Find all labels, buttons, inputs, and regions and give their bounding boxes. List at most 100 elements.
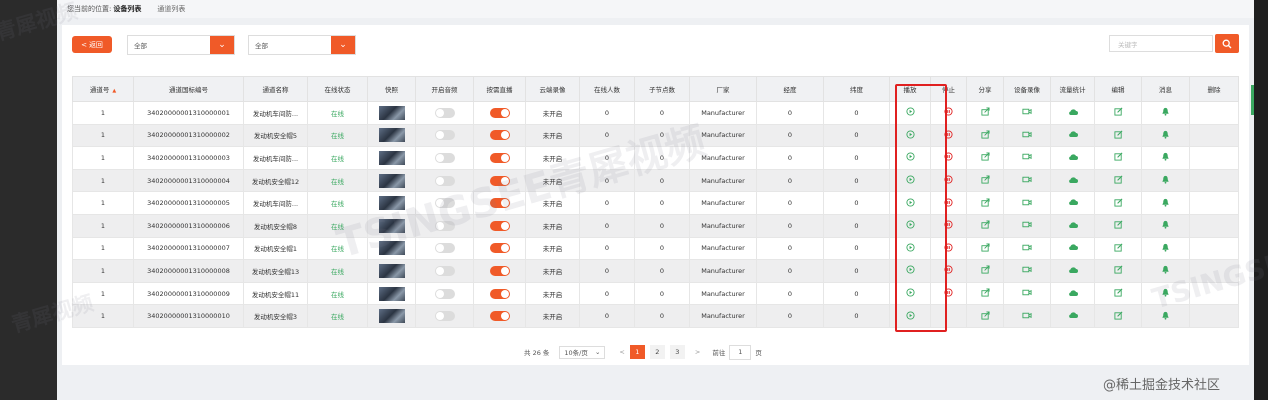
breadcrumb: 您当前的位置: 设备列表 通道列表 bbox=[57, 0, 1254, 18]
filter-select-1[interactable]: 全部 ⌄ bbox=[127, 35, 235, 55]
cloud-stats-icon[interactable] bbox=[1068, 176, 1078, 186]
search-input[interactable]: 关键字 bbox=[1109, 35, 1213, 52]
edit-icon[interactable] bbox=[1113, 311, 1123, 322]
column-header[interactable]: 通道号 ▲ bbox=[72, 76, 134, 102]
video-camera-icon[interactable] bbox=[1022, 220, 1032, 231]
edit-icon[interactable] bbox=[1113, 220, 1123, 231]
share-icon[interactable] bbox=[980, 243, 990, 254]
edit-icon[interactable] bbox=[1113, 152, 1123, 163]
audio-toggle[interactable] bbox=[434, 265, 455, 276]
share-icon[interactable] bbox=[980, 130, 990, 141]
edit-icon[interactable] bbox=[1113, 265, 1123, 276]
video-camera-icon[interactable] bbox=[1022, 243, 1032, 254]
bell-icon[interactable] bbox=[1161, 152, 1170, 163]
prev-page-icon[interactable]: < bbox=[619, 348, 624, 356]
snapshot-thumbnail[interactable] bbox=[378, 309, 405, 324]
back-button[interactable]: < 返回 bbox=[72, 36, 112, 53]
tab-channel-list[interactable]: 通道列表 bbox=[157, 4, 185, 14]
page-button-1[interactable]: 1 bbox=[629, 345, 645, 359]
longitude-cell: 0 bbox=[756, 304, 824, 328]
cloud-stats-icon[interactable] bbox=[1068, 153, 1078, 163]
audio-toggle[interactable] bbox=[434, 288, 455, 299]
filter-select-2[interactable]: 全部 ⌄ bbox=[248, 35, 356, 55]
edit-icon[interactable] bbox=[1113, 107, 1123, 118]
share-icon[interactable] bbox=[980, 152, 990, 163]
audio-toggle[interactable] bbox=[434, 107, 455, 118]
cloud-stats-icon[interactable] bbox=[1068, 108, 1078, 118]
scrollbar[interactable] bbox=[1251, 85, 1254, 115]
sort-icon[interactable]: ▲ bbox=[112, 88, 116, 94]
edit-icon[interactable] bbox=[1113, 288, 1123, 299]
cloud-stats-icon[interactable] bbox=[1068, 221, 1078, 231]
audio-toggle[interactable] bbox=[434, 152, 455, 163]
live-toggle[interactable] bbox=[489, 311, 510, 322]
live-toggle[interactable] bbox=[489, 265, 510, 276]
bell-icon[interactable] bbox=[1161, 243, 1170, 254]
cloud-stats-icon[interactable] bbox=[1068, 311, 1078, 321]
audio-toggle[interactable] bbox=[434, 311, 455, 322]
cloud-stats-icon[interactable] bbox=[1068, 266, 1078, 276]
bell-icon[interactable] bbox=[1161, 198, 1170, 209]
bell-icon[interactable] bbox=[1161, 130, 1170, 141]
bell-icon[interactable] bbox=[1161, 175, 1170, 186]
bell-icon[interactable] bbox=[1161, 220, 1170, 231]
bell-icon[interactable] bbox=[1161, 107, 1170, 118]
audio-toggle[interactable] bbox=[434, 130, 455, 141]
chevron-down-icon[interactable]: ⌄ bbox=[210, 36, 234, 54]
delete-cell bbox=[1189, 191, 1239, 215]
snapshot-thumbnail[interactable] bbox=[378, 150, 405, 165]
cloud-stats-icon[interactable] bbox=[1068, 289, 1078, 299]
snapshot-thumbnail[interactable] bbox=[378, 105, 405, 120]
online-status-cell: 在线 bbox=[307, 123, 368, 148]
goto-page-input[interactable]: 1 bbox=[729, 344, 752, 360]
share-icon[interactable] bbox=[980, 220, 990, 231]
page-size-select[interactable]: 10条/页 ⌄ bbox=[559, 345, 606, 359]
next-page-icon[interactable]: > bbox=[695, 348, 700, 356]
snapshot-thumbnail[interactable] bbox=[378, 286, 405, 301]
channel-name-cell: 发动机车间防... bbox=[243, 101, 308, 125]
video-camera-icon[interactable] bbox=[1022, 311, 1032, 322]
edit-icon[interactable] bbox=[1113, 175, 1123, 186]
live-toggle[interactable] bbox=[489, 243, 510, 254]
edit-icon[interactable] bbox=[1113, 198, 1123, 209]
video-camera-icon[interactable] bbox=[1022, 107, 1032, 118]
cloud-stats-icon[interactable] bbox=[1068, 198, 1078, 208]
channel-name-cell: 发动机安全帽5 bbox=[243, 123, 308, 148]
page-button-3[interactable]: 3 bbox=[669, 345, 685, 359]
share-icon[interactable] bbox=[980, 311, 990, 322]
page-button-2[interactable]: 2 bbox=[649, 345, 665, 359]
share-icon[interactable] bbox=[980, 198, 990, 209]
edit-icon[interactable] bbox=[1113, 130, 1123, 141]
snapshot-thumbnail[interactable] bbox=[378, 173, 405, 188]
bell-icon[interactable] bbox=[1161, 265, 1170, 276]
snapshot-thumbnail[interactable] bbox=[378, 128, 405, 143]
cloud-stats-icon[interactable] bbox=[1068, 243, 1078, 253]
video-camera-icon[interactable] bbox=[1022, 198, 1032, 209]
audio-toggle-cell bbox=[415, 146, 474, 170]
live-toggle[interactable] bbox=[489, 288, 510, 299]
cloud-stats-icon[interactable] bbox=[1068, 130, 1078, 140]
share-icon[interactable] bbox=[980, 265, 990, 276]
online-count-cell: 0 bbox=[579, 213, 635, 238]
traffic-cell bbox=[1050, 101, 1095, 125]
share-icon[interactable] bbox=[980, 288, 990, 299]
video-camera-icon[interactable] bbox=[1022, 288, 1032, 299]
breadcrumb-current[interactable]: 设备列表 bbox=[113, 4, 141, 14]
live-toggle[interactable] bbox=[489, 130, 510, 141]
video-camera-icon[interactable] bbox=[1022, 130, 1032, 141]
live-toggle[interactable] bbox=[489, 107, 510, 118]
search-button[interactable] bbox=[1215, 34, 1239, 53]
video-camera-icon[interactable] bbox=[1022, 152, 1032, 163]
snapshot-thumbnail[interactable] bbox=[378, 263, 405, 278]
video-camera-icon[interactable] bbox=[1022, 175, 1032, 186]
video-camera-icon[interactable] bbox=[1022, 265, 1032, 276]
chevron-down-icon[interactable]: ⌄ bbox=[331, 36, 355, 54]
live-toggle-cell bbox=[473, 259, 526, 283]
cloud-record-cell: 未开启 bbox=[525, 259, 580, 283]
share-icon[interactable] bbox=[980, 107, 990, 118]
edit-icon[interactable] bbox=[1113, 243, 1123, 254]
audio-toggle[interactable] bbox=[434, 243, 455, 254]
longitude-cell: 0 bbox=[756, 213, 824, 238]
share-icon[interactable] bbox=[980, 175, 990, 186]
live-toggle[interactable] bbox=[489, 152, 510, 163]
